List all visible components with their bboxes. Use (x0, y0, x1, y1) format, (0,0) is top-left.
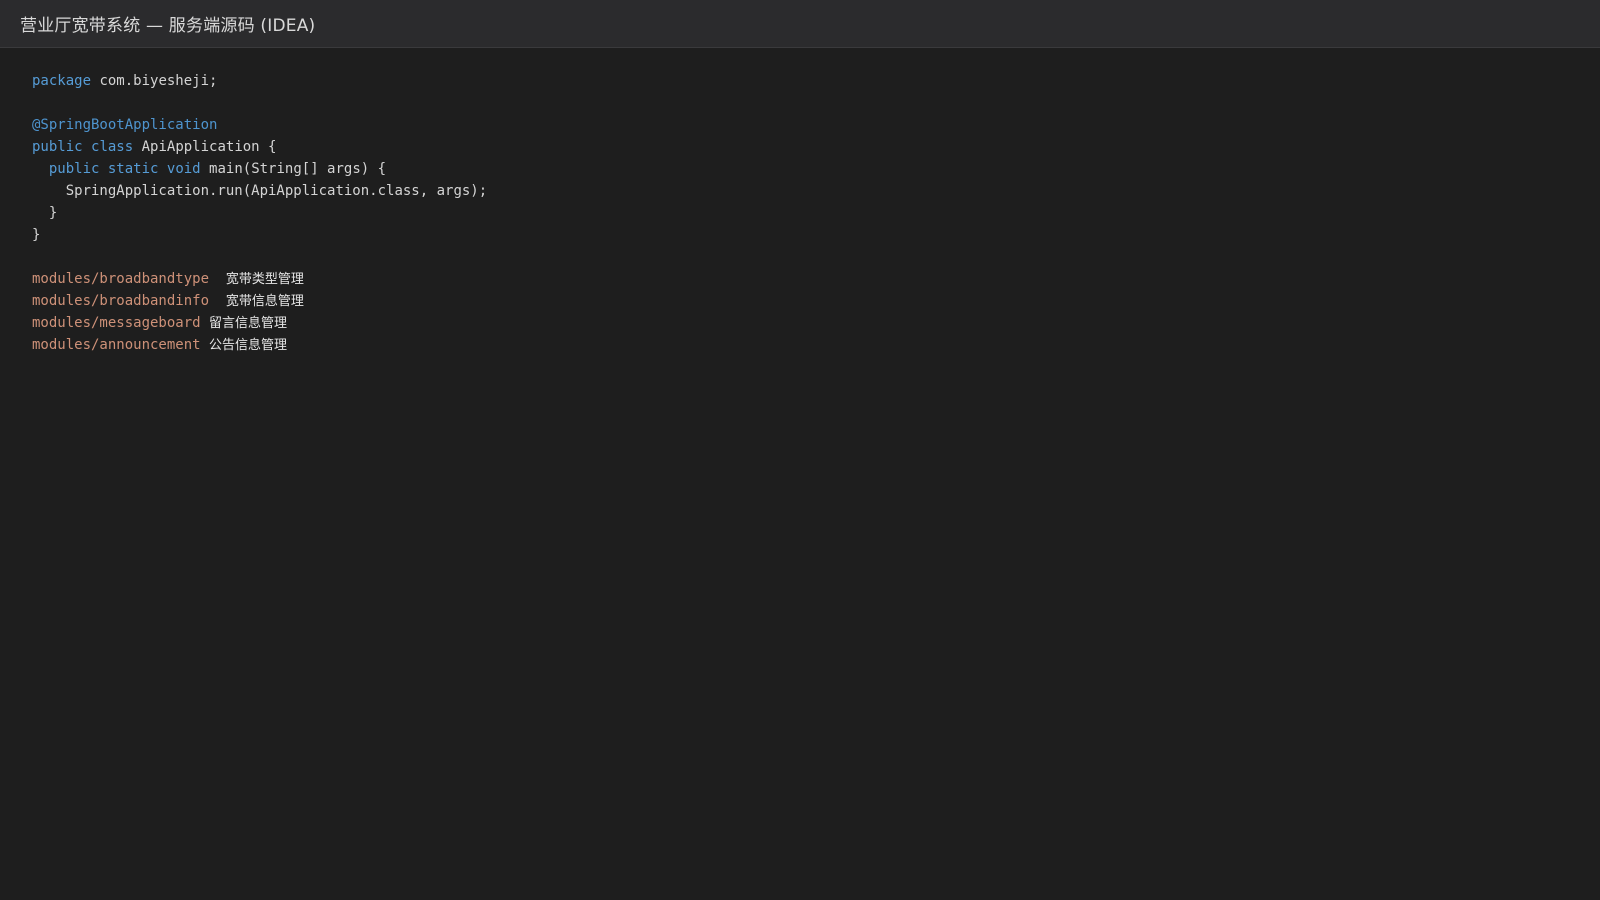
module-desc: 留言信息管理 (209, 316, 288, 331)
method-body: SpringApplication.run(ApiApplication.cla… (65, 183, 488, 199)
keyword-void: void (166, 161, 201, 177)
code-line-annotation: @SpringBootApplication (32, 114, 1600, 136)
module-path: modules/announcement (32, 337, 201, 353)
code-line-close-class: } (32, 224, 1600, 246)
annotation-springboot: @SpringBootApplication (32, 117, 218, 133)
code-editor[interactable]: package com.biyesheji; @SpringBootApplic… (0, 48, 1600, 356)
module-line: modules/announcement 公告信息管理 (32, 334, 1600, 356)
code-line-method-decl: public static void main(String[] args) { (32, 158, 1600, 180)
keyword-public: public (32, 139, 83, 155)
module-path: modules/messageboard (32, 315, 201, 331)
keyword-package: package (32, 73, 92, 89)
ide-window: 营业厅宽带系统 — 服务端源码 (IDEA) package com.biyes… (0, 0, 1600, 900)
code-line-class-decl: public class ApiApplication { (32, 136, 1600, 158)
code-line-close-method: } (32, 202, 1600, 224)
module-path: modules/broadbandinfo (32, 293, 210, 309)
keyword-static: static (107, 161, 159, 177)
module-path: modules/broadbandtype (32, 271, 210, 287)
package-name: com.biyesheji; (99, 73, 218, 89)
module-line: modules/messageboard 留言信息管理 (32, 312, 1600, 334)
module-line: modules/broadbandtype 宽带类型管理 (32, 268, 1600, 290)
close-brace: } (32, 227, 41, 243)
close-brace: } (48, 205, 58, 221)
module-desc: 宽带类型管理 (225, 272, 304, 287)
title-bar: 营业厅宽带系统 — 服务端源码 (IDEA) (0, 0, 1600, 48)
class-name: ApiApplication { (141, 139, 277, 155)
keyword-class: class (91, 139, 134, 155)
code-line-package: package com.biyesheji; (32, 70, 1600, 92)
window-title: 营业厅宽带系统 — 服务端源码 (IDEA) (20, 16, 316, 36)
keyword-public: public (48, 161, 100, 177)
method-signature: main(String[] args) { (209, 161, 387, 177)
code-line-body: SpringApplication.run(ApiApplication.cla… (32, 180, 1600, 202)
module-desc: 宽带信息管理 (225, 294, 304, 309)
module-desc: 公告信息管理 (209, 338, 288, 353)
module-line: modules/broadbandinfo 宽带信息管理 (32, 290, 1600, 312)
